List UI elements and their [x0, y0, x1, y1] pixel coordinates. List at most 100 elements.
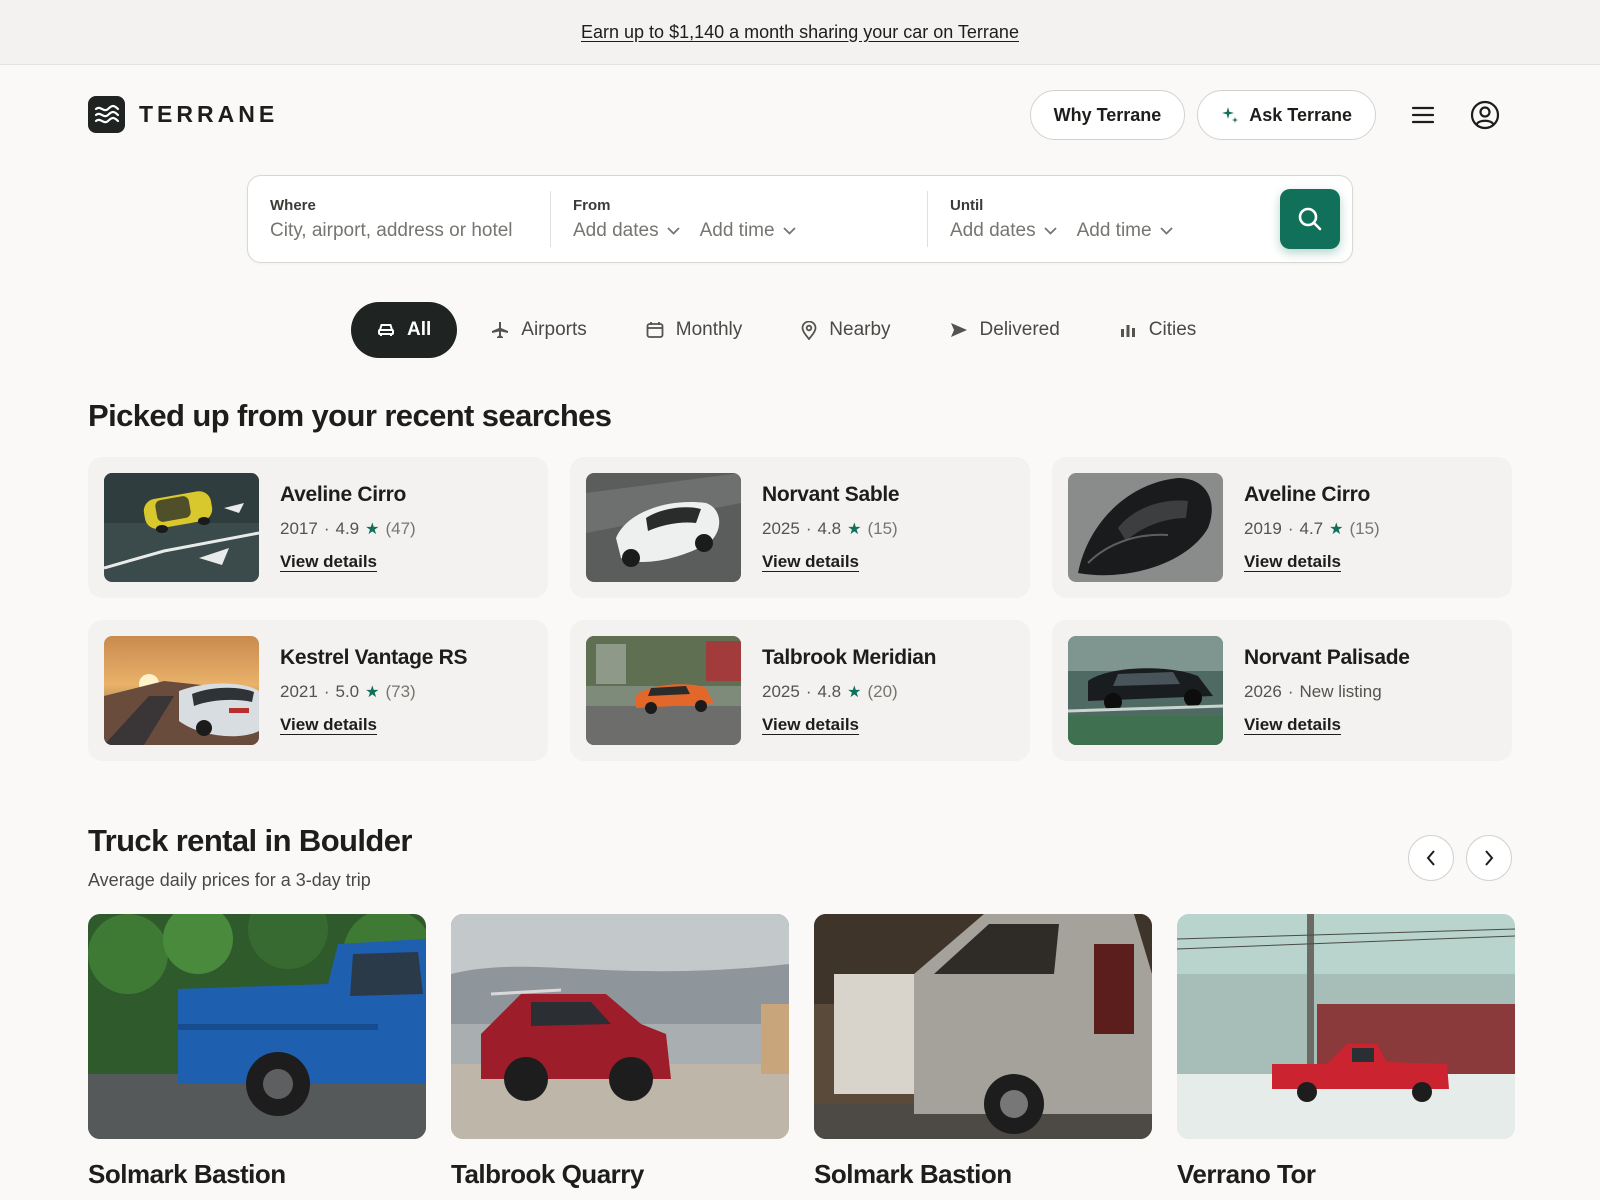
waves-logo-icon	[88, 96, 125, 133]
recent-card[interactable]: Kestrel Vantage RS 2021 · 5.0 ★ (73) View…	[88, 620, 548, 761]
tab-airports[interactable]: Airports	[466, 302, 611, 358]
where-field[interactable]: Where City, airport, address or hotel	[248, 191, 550, 247]
until-date-value: Add dates	[950, 219, 1036, 241]
menu-button[interactable]	[1398, 90, 1448, 140]
chevron-down-icon	[1159, 226, 1173, 235]
carousel-next-button[interactable]	[1466, 835, 1512, 881]
review-count: (15)	[1349, 519, 1380, 538]
car-name: Norvant Palisade	[1244, 646, 1410, 669]
tab-cities[interactable]: Cities	[1094, 302, 1222, 358]
from-label: From	[573, 196, 611, 214]
profile-button[interactable]	[1460, 90, 1510, 140]
view-details-link[interactable]: View details	[280, 552, 377, 571]
car-meta: 2019 · 4.7 ★ (15)	[1244, 519, 1380, 538]
chevron-down-icon	[1043, 226, 1057, 235]
recent-card-info: Aveline Cirro 2017 · 4.9 ★ (47) View deta…	[280, 483, 416, 572]
truck-name: Solmark Bastion	[814, 1159, 1012, 1189]
sparkle-icon	[1222, 107, 1239, 123]
chevron-down-icon	[666, 226, 680, 235]
review-count: (47)	[385, 519, 416, 538]
recent-card[interactable]: Aveline Cirro 2017 · 4.9 ★ (47) View deta…	[88, 457, 548, 598]
ask-terrane-button[interactable]: Ask Terrane	[1197, 90, 1376, 140]
truck-image	[88, 914, 426, 1139]
car-year: 2025	[762, 519, 800, 538]
truck-section-subtitle: Average daily prices for a 3-day trip	[88, 870, 371, 890]
tab-label: All	[407, 319, 432, 340]
promo-banner: Earn up to $1,140 a month sharing your c…	[0, 0, 1600, 65]
tab-label: Nearby	[829, 319, 891, 340]
where-label: Where	[270, 196, 316, 214]
recent-card[interactable]: Talbrook Meridian 2025 · 4.8 ★ (20) View …	[570, 620, 1030, 761]
car-name: Kestrel Vantage RS	[280, 646, 468, 669]
car-meta: 2026 · New listing	[1244, 682, 1382, 701]
brand-name: TERRANE	[139, 101, 279, 127]
category-tabs: All Airports Monthly Nearby Delivered Ci…	[351, 302, 1230, 358]
car-meta: 2025 · 4.8 ★ (20)	[762, 682, 898, 701]
search-bar: Where City, airport, address or hotel Fr…	[247, 175, 1353, 263]
review-count: (73)	[385, 682, 416, 701]
carousel-prev-button[interactable]	[1408, 835, 1454, 881]
recent-card[interactable]: Norvant Sable 2025 · 4.8 ★ (15) View deta…	[570, 457, 1030, 598]
view-details-link[interactable]: View details	[1244, 715, 1341, 734]
where-input[interactable]: City, airport, address or hotel	[270, 220, 550, 242]
tab-nearby[interactable]: Nearby	[776, 302, 915, 358]
chevron-left-icon	[1426, 850, 1435, 866]
until-date-dropdown[interactable]: Add dates	[950, 220, 1057, 242]
truck-card[interactable]: Verrano Tor	[1177, 914, 1515, 1190]
recent-card[interactable]: Norvant Palisade 2026 · New listing View …	[1052, 620, 1512, 761]
recent-card-info: Talbrook Meridian 2025 · 4.8 ★ (20) View …	[762, 646, 937, 735]
user-avatar-icon	[1470, 100, 1500, 130]
view-details-link[interactable]: View details	[1244, 552, 1341, 571]
view-details-link[interactable]: View details	[762, 552, 859, 571]
calendar-icon	[646, 322, 664, 338]
car-meta: 2025 · 4.8 ★ (15)	[762, 519, 898, 538]
truck-card[interactable]: Solmark Bastion	[814, 914, 1152, 1190]
why-terrane-button[interactable]: Why Terrane	[1029, 90, 1186, 140]
truck-name: Talbrook Quarry	[451, 1159, 644, 1189]
brand-logo[interactable]: TERRANE	[88, 96, 278, 133]
car-rating: 4.7	[1299, 519, 1324, 538]
airplane-icon	[492, 322, 509, 338]
car-name: Aveline Cirro	[280, 483, 407, 506]
tab-all[interactable]: All	[351, 302, 458, 358]
search-button[interactable]	[1280, 189, 1340, 249]
view-details-link[interactable]: View details	[762, 715, 859, 734]
car-thumbnail	[586, 473, 741, 582]
star-icon: ★	[1329, 521, 1344, 538]
truck-name: Solmark Bastion	[88, 1159, 286, 1189]
car-name: Aveline Cirro	[1244, 483, 1371, 506]
star-icon: ★	[365, 521, 380, 538]
search-icon	[1298, 207, 1322, 231]
from-field: From Add dates Add time	[550, 191, 927, 247]
car-rating: 4.9	[335, 519, 360, 538]
car-year: 2026	[1244, 682, 1282, 701]
car-year: 2017	[280, 519, 318, 538]
recent-card-info: Norvant Sable 2025 · 4.8 ★ (15) View deta…	[762, 483, 900, 572]
truck-name: Verrano Tor	[1177, 1159, 1316, 1189]
promo-link[interactable]: Earn up to $1,140 a month sharing your c…	[581, 22, 1019, 43]
send-arrow-icon	[950, 323, 967, 337]
car-thumbnail	[104, 473, 259, 582]
tab-delivered[interactable]: Delivered	[925, 302, 1085, 358]
chevron-down-icon	[782, 226, 796, 235]
tab-monthly[interactable]: Monthly	[621, 302, 768, 358]
recent-card[interactable]: Aveline Cirro 2019 · 4.7 ★ (15) View deta…	[1052, 457, 1512, 598]
truck-card[interactable]: Talbrook Quarry	[451, 914, 789, 1190]
truck-card[interactable]: Solmark Bastion	[88, 914, 426, 1190]
star-icon: ★	[847, 521, 862, 538]
star-icon: ★	[847, 684, 862, 701]
car-meta: 2017 · 4.9 ★ (47)	[280, 519, 416, 538]
from-time-dropdown[interactable]: Add time	[700, 220, 796, 242]
truck-image	[1177, 914, 1515, 1139]
location-pin-icon	[801, 320, 817, 340]
view-details-link[interactable]: View details	[280, 715, 377, 734]
carousel-controls	[1408, 835, 1512, 881]
until-field: Until Add dates Add time	[927, 191, 1304, 247]
recent-searches-grid: Aveline Cirro 2017 · 4.9 ★ (47) View deta…	[88, 457, 1513, 761]
until-time-dropdown[interactable]: Add time	[1077, 220, 1173, 242]
truck-image	[451, 914, 789, 1139]
review-count: (15)	[867, 519, 898, 538]
from-date-dropdown[interactable]: Add dates	[573, 220, 680, 242]
tab-label: Monthly	[675, 319, 743, 340]
until-time-value: Add time	[1076, 219, 1152, 241]
